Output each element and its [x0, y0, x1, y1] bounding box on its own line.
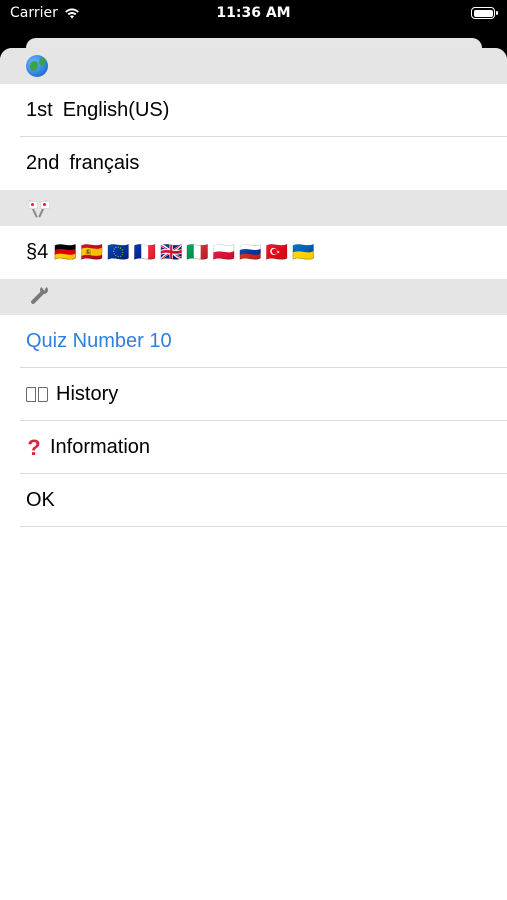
second-language-name: français: [69, 152, 140, 174]
flag-germany-icon: 🇩🇪: [54, 242, 77, 262]
flag-uk-icon: 🇬🇧: [159, 242, 183, 262]
information-row[interactable]: ? Information: [0, 421, 507, 474]
quiz-number-label: Quiz Number 10: [26, 330, 172, 352]
second-language-ordinal: 2nd: [26, 152, 60, 174]
flag-ukraine-icon: 🇺🇦: [292, 242, 315, 262]
quiz-number-row[interactable]: Quiz Number 10: [0, 315, 507, 368]
crossed-flags-icon: [26, 198, 50, 218]
flag-turkey-icon: 🇹🇷: [265, 242, 289, 262]
wrench-icon: [26, 285, 50, 309]
flag-poland-icon: 🇵🇱: [212, 242, 236, 262]
clock: 11:36 AM: [216, 5, 291, 21]
flag-eu-icon: 🇪🇺: [107, 242, 130, 262]
flag-russia-icon: 🇷🇺: [239, 242, 262, 262]
first-language-ordinal: 1st: [26, 99, 53, 121]
settings-sheet: 1st English(US) 2nd français §4 🇩🇪 🇪🇸 🇪🇺…: [0, 48, 507, 900]
first-language-name: English(US): [62, 99, 170, 121]
flags-row[interactable]: §4 🇩🇪 🇪🇸 🇪🇺 🇫🇷 🇬🇧 🇮🇹 🇵🇱 🇷🇺 🇹🇷 🇺🇦: [0, 226, 507, 279]
battery-icon: [471, 7, 498, 19]
flags-row-prefix: §4: [26, 241, 49, 263]
status-bar: Carrier 11:36 AM: [0, 0, 507, 30]
settings-section-header: [0, 279, 507, 315]
flag-list: 🇩🇪 🇪🇸 🇪🇺 🇫🇷 🇬🇧 🇮🇹 🇵🇱 🇷🇺 🇹🇷 🇺🇦: [54, 242, 314, 263]
question-mark-icon: ?: [27, 434, 41, 460]
flag-france-icon: 🇫🇷: [133, 242, 156, 262]
history-label: History: [56, 383, 119, 405]
flags-section-header: [0, 190, 507, 226]
globe-icon: [26, 55, 48, 77]
ok-row[interactable]: OK: [0, 474, 507, 527]
book-icon: [26, 386, 48, 403]
information-label: Information: [50, 436, 151, 458]
first-language-row[interactable]: 1st English(US): [0, 84, 507, 137]
language-section-header: [0, 48, 507, 84]
second-language-row[interactable]: 2nd français: [0, 137, 507, 190]
flag-spain-icon: 🇪🇸: [80, 242, 104, 262]
history-row[interactable]: History: [0, 368, 507, 421]
ok-label: OK: [26, 489, 55, 511]
flag-italy-icon: 🇮🇹: [186, 242, 209, 262]
